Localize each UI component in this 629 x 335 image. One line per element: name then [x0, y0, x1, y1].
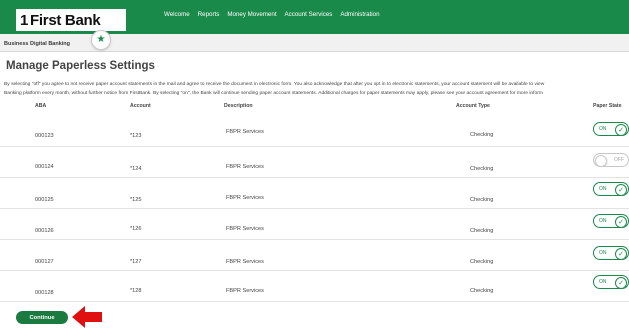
- cell-description: FBPR Services: [226, 226, 264, 232]
- cell-account-type: Checking: [470, 259, 494, 265]
- check-icon: ✓: [615, 123, 627, 135]
- main-nav: Welcome Reports Money Movement Account S…: [164, 11, 380, 18]
- paper-statement-toggle[interactable]: ON ✓: [593, 246, 629, 260]
- nav-item-welcome[interactable]: Welcome: [164, 11, 190, 18]
- header-account-type: Account Type: [456, 103, 490, 109]
- subheader-title: Business Digital Banking: [4, 41, 71, 47]
- cell-aba: 000126: [35, 228, 54, 234]
- nav-item-money-movement[interactable]: Money Movement: [227, 11, 276, 18]
- star-icon: ★: [96, 34, 106, 45]
- header-account: Account: [130, 103, 151, 109]
- cell-account-type: Checking: [470, 132, 494, 138]
- cell-account-type: Checking: [470, 197, 494, 203]
- cell-aba: 000127: [35, 259, 54, 265]
- table-header: ABA Account Description Account Type Pap…: [0, 101, 629, 111]
- cell-account: *123: [130, 133, 142, 139]
- header-description: Description: [224, 103, 253, 109]
- cell-account: *125: [130, 197, 142, 203]
- cell-aba: 000125: [35, 197, 54, 203]
- table-row: 000125 *125 FBPR Services Checking ON ✓: [0, 178, 629, 209]
- cell-description: FBPR Services: [226, 129, 264, 135]
- favorite-button[interactable]: ★: [91, 30, 111, 50]
- cell-aba: 000124: [35, 164, 54, 170]
- logo-text: 1 First Bank: [20, 11, 101, 29]
- description-line-2: Banking platform every month, without fu…: [4, 91, 543, 96]
- cell-account: *126: [130, 226, 142, 232]
- firstbank-logo[interactable]: 1 First Bank: [16, 9, 126, 31]
- page-description: By selecting "off" you agree to not rece…: [4, 80, 629, 98]
- table-row: 000128 *128 FBPR Services Checking ON ✓: [0, 271, 629, 302]
- check-icon: ✓: [615, 215, 627, 227]
- cell-description: FBPR Services: [226, 288, 264, 294]
- toggle-label: ON: [599, 279, 607, 285]
- description-line-1: By selecting "off" you agree to not rece…: [4, 82, 545, 87]
- cell-aba: 000128: [35, 290, 54, 296]
- toggle-label: ON: [599, 126, 607, 132]
- table-row: 000123 *123 FBPR Services Checking ON ✓: [0, 116, 629, 147]
- continue-button[interactable]: Continue: [16, 311, 68, 324]
- toggle-label: OFF: [614, 157, 624, 163]
- table-row: 000126 *126 FBPR Services Checking ON ✓: [0, 209, 629, 240]
- top-navigation-bar: 1 First Bank Welcome Reports Money Moveme…: [0, 0, 629, 34]
- header-aba: ABA: [35, 103, 47, 109]
- check-icon: ✓: [615, 276, 627, 288]
- red-arrow-icon: [72, 306, 102, 328]
- cell-account-type: Checking: [470, 166, 494, 172]
- check-icon: ✓: [615, 183, 627, 195]
- cell-description: FBPR Services: [226, 164, 264, 170]
- header-paper-statements: Paper State: [593, 103, 622, 109]
- toggle-label: ON: [599, 186, 607, 192]
- toggle-knob: [595, 154, 607, 166]
- toggle-label: ON: [599, 218, 607, 224]
- table-row: 000127 *127 FBPR Services Checking ON ✓: [0, 240, 629, 271]
- cell-description: FBPR Services: [226, 195, 264, 201]
- paper-statement-toggle[interactable]: ON ✓: [593, 214, 629, 228]
- check-icon: ✓: [615, 247, 627, 259]
- nav-item-reports[interactable]: Reports: [198, 11, 220, 18]
- paper-statement-toggle[interactable]: ON ✓: [593, 275, 629, 289]
- table-row: 000124 *124 FBPR Services Checking OFF: [0, 147, 629, 178]
- cell-account: *124: [130, 166, 142, 172]
- toggle-label: ON: [599, 250, 607, 256]
- cell-account-type: Checking: [470, 288, 494, 294]
- cell-account: *128: [130, 288, 142, 294]
- paper-statement-toggle[interactable]: OFF: [593, 153, 629, 167]
- paper-statement-toggle[interactable]: ON ✓: [593, 182, 629, 196]
- cell-aba: 000123: [35, 133, 54, 139]
- nav-item-administration[interactable]: Administration: [340, 11, 379, 18]
- cell-account: *127: [130, 259, 142, 265]
- cell-account-type: Checking: [470, 228, 494, 234]
- cell-description: FBPR Services: [226, 259, 264, 265]
- page-title: Manage Paperless Settings: [6, 60, 155, 72]
- paper-statement-toggle[interactable]: ON ✓: [593, 122, 629, 136]
- nav-item-account-services[interactable]: Account Services: [285, 11, 333, 18]
